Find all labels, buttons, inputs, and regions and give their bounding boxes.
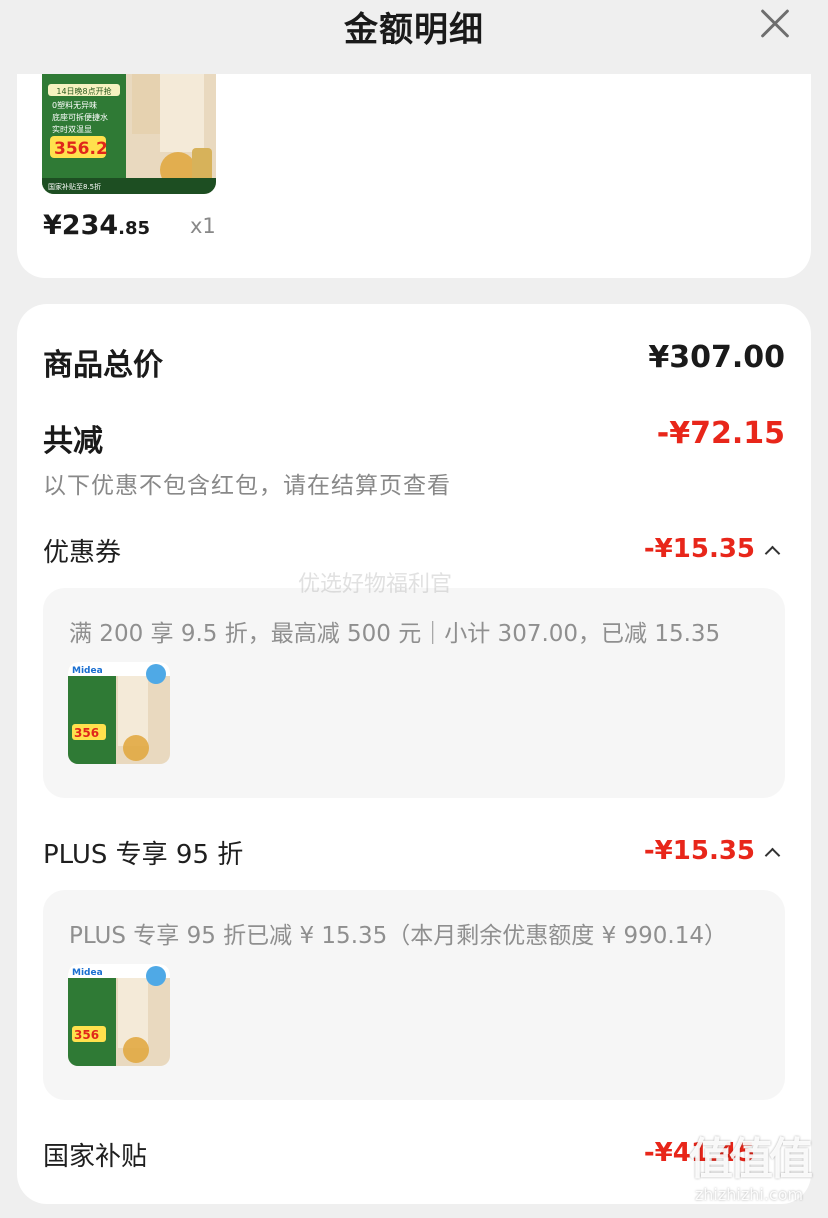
product-quantity: x1	[190, 214, 216, 238]
total-value: ¥307.00	[648, 340, 785, 375]
price-decimal: .85	[118, 218, 151, 239]
watermark-text: 优选好物福利官	[298, 572, 453, 597]
site-watermark: 值值值 zhizhizhi.com	[676, 1134, 822, 1214]
discount-label: 共减	[43, 424, 103, 459]
price-integer: 234	[61, 210, 119, 241]
product-card: 14日晚8点开抢 0塑料无异味 底座可拆便捷水 实时双温显 356.2 国家补贴…	[17, 74, 811, 278]
coupon-thumb-brand: Midea	[72, 666, 103, 676]
watermark-site: zhizhizhi.com	[694, 1185, 804, 1204]
thumb-footer: 国家补贴至8.5折	[48, 182, 101, 191]
coupon-amount[interactable]: -¥15.35	[644, 534, 755, 564]
modal-header: 金额明细	[0, 0, 828, 74]
plus-detail-box: PLUS 专享 95 折已减 ¥ 15.35（本月剩余优惠额度 ¥ 990.14…	[43, 890, 785, 1100]
plus-detail-text: PLUS 专享 95 折已减 ¥ 15.35（本月剩余优惠额度 ¥ 990.14…	[69, 923, 728, 949]
coupon-detail-box: 满 200 享 9.5 折，最高减 500 元｜小计 307.00，已减 15.…	[43, 588, 785, 798]
coupon-product-image[interactable]: Midea 356	[68, 662, 170, 764]
thumb-promo-price: 356.2	[54, 139, 108, 159]
discount-value: -¥72.15	[656, 416, 785, 451]
plus-product-graphic: Midea 356	[68, 964, 170, 1066]
watermark-logo: 值值值	[689, 1134, 813, 1185]
product-image[interactable]: 14日晚8点开抢 0塑料无异味 底座可拆便捷水 实时双温显 356.2 国家补贴…	[42, 74, 216, 194]
plus-thumb-price: 356	[74, 1028, 99, 1042]
discount-note: 以下优惠不包含红包，请在结算页查看	[43, 473, 451, 499]
plus-label[interactable]: PLUS 专享 95 折	[43, 834, 243, 871]
chevron-up-icon[interactable]	[764, 847, 781, 864]
thumb-feature-3: 实时双温显	[52, 124, 92, 134]
close-icon[interactable]	[754, 4, 794, 44]
coupon-label[interactable]: 优惠券	[43, 532, 121, 569]
coupon-detail-text: 满 200 享 9.5 折，最高减 500 元｜小计 307.00，已减 15.…	[69, 621, 721, 647]
thumb-badge: 14日晚8点开抢	[56, 86, 111, 96]
product-price: ¥234.85	[43, 210, 150, 241]
coupon-product-graphic: Midea 356	[68, 662, 170, 764]
thumb-feature-1: 0塑料无异味	[52, 100, 97, 110]
plus-amount[interactable]: -¥15.35	[644, 836, 755, 866]
plus-thumb-brand: Midea	[72, 968, 103, 978]
thumb-feature-2: 底座可拆便捷水	[52, 112, 108, 122]
chevron-up-icon[interactable]	[764, 545, 781, 562]
price-breakdown-card: 商品总价 ¥307.00 共减 -¥72.15 以下优惠不包含红包，请在结算页查…	[17, 304, 811, 1204]
subsidy-label[interactable]: 国家补贴	[43, 1136, 147, 1173]
modal-title: 金额明细	[344, 10, 484, 50]
price-symbol: ¥	[43, 210, 62, 241]
product-image-graphic: 14日晚8点开抢 0塑料无异味 底座可拆便捷水 实时双温显 356.2 国家补贴…	[42, 74, 216, 194]
total-label: 商品总价	[43, 348, 163, 383]
coupon-thumb-price: 356	[74, 726, 99, 740]
plus-product-image[interactable]: Midea 356	[68, 964, 170, 1066]
